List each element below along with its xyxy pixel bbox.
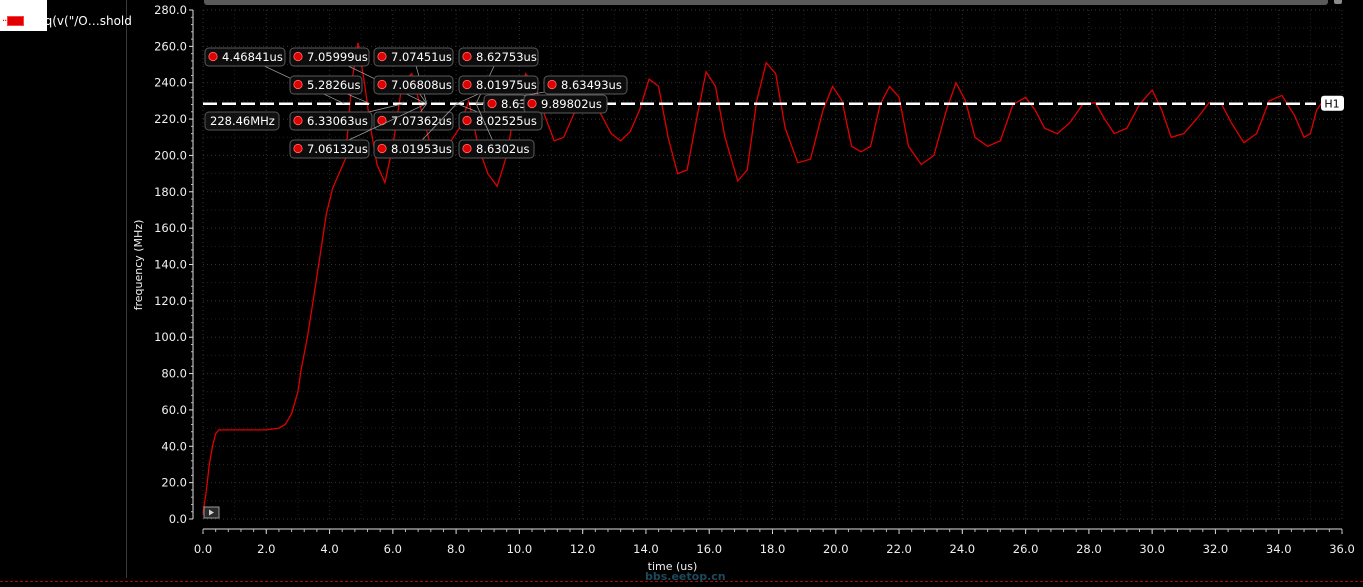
x-tick-label: 22.0 [886,542,912,556]
crossing-marker-dot [293,115,303,126]
x-tick-label: 28.0 [1076,542,1102,556]
y-tick-label: 0.0 [169,512,187,526]
x-tick-label: 24.0 [950,542,976,556]
y-tick-label: 220.0 [154,112,187,126]
x-tick-label: 6.0 [384,542,402,556]
crossing-marker-dot [293,51,303,62]
x-tick-label: 12.0 [570,542,596,556]
crossing-marker-label: 7.06132us [307,142,368,156]
y-tick-label: 280.0 [154,3,187,17]
x-tick-label: 0.0 [194,542,212,556]
y-tick-label: 140.0 [154,258,187,272]
crossing-marker-dot [377,79,387,90]
crossing-marker-label: 7.06808us [391,78,452,92]
crossing-marker-dot [293,143,303,154]
crossing-marker-label: 4.46841us [222,50,283,64]
y-tick-label: 240.0 [154,76,187,90]
y-tick-label: 120.0 [154,294,187,308]
watermark: bbs.eetop.cn [645,570,726,583]
x-tick-label: 16.0 [696,542,722,556]
x-tick-label: 26.0 [1013,542,1039,556]
x-tick-label: 34.0 [1266,542,1292,556]
x-tick-label: 2.0 [257,542,275,556]
crossing-marker-dot [208,51,218,62]
crossing-marker-label: 5.2826us [307,78,361,92]
crossing-marker-label: 8.62753us [476,50,537,64]
y-tick-label: 100.0 [154,330,187,344]
h1-marker-name: H1 [1324,98,1339,111]
x-tick-label: 36.0 [1329,542,1355,556]
x-tick-label: 18.0 [760,542,786,556]
crossing-marker-dot [377,143,387,154]
crossing-marker-dot [462,51,472,62]
x-tick-label: 30.0 [1139,542,1165,556]
y-tick-label: 160.0 [154,221,187,235]
y-tick-label: 180.0 [154,185,187,199]
y-tick-label: 260.0 [154,39,187,53]
y-tick-label: 40.0 [161,439,187,453]
crossing-marker-dot [527,98,537,109]
crossing-marker-dot [462,115,472,126]
crossing-marker-dot [547,79,557,90]
crossing-marker-dot [377,51,387,62]
x-tick-label: 20.0 [823,542,849,556]
crossing-marker-label: 8.63493us [561,78,622,92]
crossing-marker-dot [293,79,303,90]
y-tick-label: 200.0 [154,148,187,162]
crossing-marker-dot [462,143,472,154]
x-tick-label: 32.0 [1203,542,1229,556]
crossing-marker-label: 8.01975us [476,78,537,92]
crossing-marker-label: 7.05999us [307,50,368,64]
crossing-marker-dot [487,98,497,109]
h1-value-label: 228.46MHz [210,114,275,128]
frequency-chart: 0.0 20.0 40.0 60.0 80.0 100.0 120.0 140.0 160.0 1… [132,3,1355,573]
crossing-marker-dot [462,79,472,90]
y-tick-label: 20.0 [161,476,187,490]
x-tick-label: 10.0 [507,542,533,556]
x-tick-label: 14.0 [633,542,659,556]
y-tick-label: 80.0 [161,367,187,381]
crossing-marker-label: 6.33063us [307,114,368,128]
y-axis-title: frequency (MHz) [132,220,145,311]
crossing-marker-label: 8.01953us [391,142,452,156]
x-tick-label: 8.0 [447,542,465,556]
crossing-marker-label: 8.02525us [476,114,537,128]
x-tick-label: 4.0 [320,542,338,556]
crossing-marker-label: 9.89802us [541,97,602,111]
y-tick-label: 60.0 [161,403,187,417]
crossing-marker-label: 8.6302us [476,142,530,156]
crossing-marker-label: 7.07451us [391,50,452,64]
